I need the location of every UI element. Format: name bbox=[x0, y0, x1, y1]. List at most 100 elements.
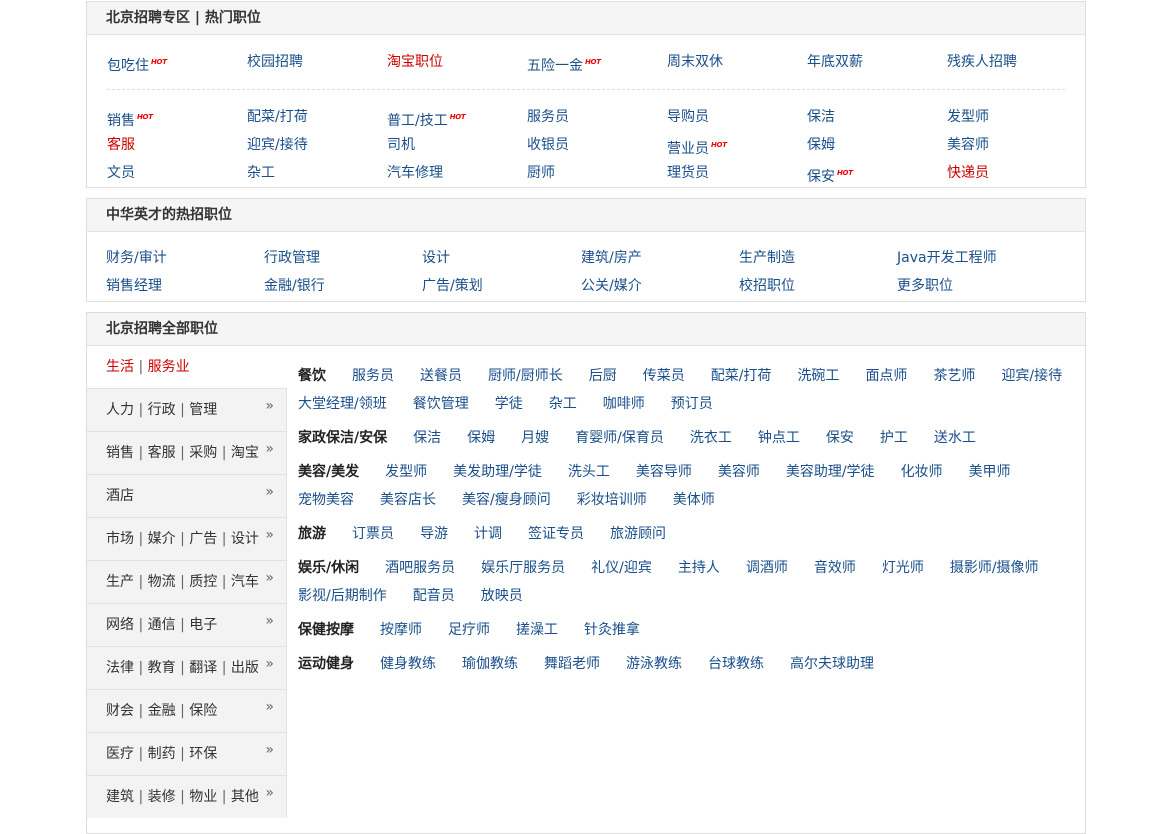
hot-job-link[interactable]: 客服 bbox=[107, 137, 135, 153]
zhonghua-job-link[interactable]: 行政管理 bbox=[264, 250, 320, 266]
sidebar-item[interactable]: 酒店 » bbox=[87, 474, 287, 517]
job-link[interactable]: 护工 bbox=[880, 430, 908, 446]
job-link[interactable]: 台球教练 bbox=[708, 656, 764, 672]
job-link[interactable]: 厨师/厨师长 bbox=[488, 368, 563, 384]
zhonghua-job-link[interactable]: Java开发工程师 bbox=[897, 250, 997, 266]
job-link[interactable]: 月嫂 bbox=[521, 430, 549, 446]
job-link[interactable]: 学徒 bbox=[495, 396, 523, 412]
job-link[interactable]: 面点师 bbox=[865, 368, 907, 384]
hot-job-link[interactable]: 导购员 bbox=[667, 109, 709, 125]
job-link[interactable]: 美容/瘦身顾问 bbox=[462, 492, 551, 508]
hot-job-link[interactable]: 收银员 bbox=[527, 137, 569, 153]
job-link[interactable]: 针灸推拿 bbox=[584, 622, 640, 638]
hot-job-link[interactable]: 校园招聘 bbox=[247, 54, 303, 70]
job-link[interactable]: 摄影师/摄像师 bbox=[950, 560, 1039, 576]
hot-job-link[interactable]: 周末双休 bbox=[667, 54, 723, 70]
job-link[interactable]: 美容师 bbox=[718, 464, 760, 480]
sidebar-item-active[interactable]: 生活 | 服务业 bbox=[87, 346, 287, 388]
job-link[interactable]: 送餐员 bbox=[420, 368, 462, 384]
hot-job-link[interactable]: 杂工 bbox=[247, 165, 275, 181]
hot-job-link[interactable]: 残疾人招聘 bbox=[947, 54, 1017, 70]
sidebar-item[interactable]: 法律 | 教育 | 翻译 | 出版 » bbox=[87, 646, 287, 689]
job-link[interactable]: 美容助理/学徒 bbox=[786, 464, 875, 480]
job-link[interactable]: 足疗师 bbox=[448, 622, 490, 638]
sidebar-item[interactable]: 市场 | 媒介 | 广告 | 设计 » bbox=[87, 517, 287, 560]
job-link[interactable]: 灯光师 bbox=[882, 560, 924, 576]
job-link[interactable]: 洗碗工 bbox=[797, 368, 839, 384]
hot-job-link[interactable]: 保姆 bbox=[807, 137, 835, 153]
hot-job-link[interactable]: 年底双薪 bbox=[807, 54, 863, 70]
job-link[interactable]: 美甲师 bbox=[969, 464, 1011, 480]
job-link[interactable]: 茶艺师 bbox=[933, 368, 975, 384]
job-link[interactable]: 发型师 bbox=[385, 464, 427, 480]
hot-job-link[interactable]: 厨师 bbox=[527, 165, 555, 181]
hot-job-link[interactable]: 淘宝职位 bbox=[387, 54, 443, 70]
zhonghua-job-link[interactable]: 公关/媒介 bbox=[581, 278, 642, 294]
zhonghua-job-link[interactable]: 设计 bbox=[422, 250, 450, 266]
job-link[interactable]: 导游 bbox=[420, 526, 448, 542]
job-link[interactable]: 酒吧服务员 bbox=[385, 560, 455, 576]
job-link[interactable]: 礼仪/迎宾 bbox=[591, 560, 652, 576]
sidebar-item[interactable]: 财会 | 金融 | 保险 » bbox=[87, 689, 287, 732]
job-link[interactable]: 育婴师/保育员 bbox=[575, 430, 664, 446]
job-link[interactable]: 音效师 bbox=[814, 560, 856, 576]
hot-job-link[interactable]: 快递员 bbox=[947, 165, 989, 181]
job-link[interactable]: 大堂经理/领班 bbox=[298, 396, 387, 412]
job-link[interactable]: 后厨 bbox=[589, 368, 617, 384]
job-link[interactable]: 预订员 bbox=[671, 396, 713, 412]
job-link[interactable]: 洗衣工 bbox=[690, 430, 732, 446]
hot-job-link[interactable]: 文员 bbox=[107, 165, 135, 181]
hot-job-link[interactable]: 美容师 bbox=[947, 137, 989, 153]
job-link[interactable]: 迎宾/接待 bbox=[1001, 368, 1062, 384]
zhonghua-job-link[interactable]: 广告/策划 bbox=[422, 278, 483, 294]
job-link[interactable]: 健身教练 bbox=[380, 656, 436, 672]
job-link[interactable]: 主持人 bbox=[678, 560, 720, 576]
hot-job-link[interactable]: 配菜/打荷 bbox=[247, 109, 308, 125]
zhonghua-job-link[interactable]: 金融/银行 bbox=[264, 278, 325, 294]
sidebar-item[interactable]: 生产 | 物流 | 质控 | 汽车 » bbox=[87, 560, 287, 603]
job-link[interactable]: 服务员 bbox=[352, 368, 394, 384]
job-link[interactable]: 化妆师 bbox=[901, 464, 943, 480]
job-link[interactable]: 美容导师 bbox=[636, 464, 692, 480]
hot-job-link[interactable]: 保安 bbox=[807, 169, 835, 185]
hot-job-link[interactable]: 理货员 bbox=[667, 165, 709, 181]
job-link[interactable]: 按摩师 bbox=[380, 622, 422, 638]
job-link[interactable]: 杂工 bbox=[549, 396, 577, 412]
job-link[interactable]: 舞蹈老师 bbox=[544, 656, 600, 672]
job-link[interactable]: 彩妆培训师 bbox=[577, 492, 647, 508]
job-link[interactable]: 送水工 bbox=[934, 430, 976, 446]
job-link[interactable]: 高尔夫球助理 bbox=[790, 656, 874, 672]
hot-job-link[interactable]: 服务员 bbox=[527, 109, 569, 125]
job-link[interactable]: 配音员 bbox=[413, 588, 455, 604]
job-link[interactable]: 签证专员 bbox=[528, 526, 584, 542]
job-link[interactable]: 钟点工 bbox=[758, 430, 800, 446]
zhonghua-job-link[interactable]: 生产制造 bbox=[739, 250, 795, 266]
job-link[interactable]: 美发助理/学徒 bbox=[453, 464, 542, 480]
hot-job-link[interactable]: 包吃住 bbox=[107, 58, 149, 74]
job-link[interactable]: 订票员 bbox=[352, 526, 394, 542]
job-link[interactable]: 保姆 bbox=[467, 430, 495, 446]
sidebar-item[interactable]: 建筑 | 装修 | 物业 | 其他 » bbox=[87, 775, 287, 818]
hot-job-link[interactable]: 五险一金 bbox=[527, 58, 583, 74]
job-link[interactable]: 影视/后期制作 bbox=[298, 588, 387, 604]
job-link[interactable]: 搓澡工 bbox=[516, 622, 558, 638]
job-link[interactable]: 计调 bbox=[474, 526, 502, 542]
job-link[interactable]: 保洁 bbox=[413, 430, 441, 446]
job-link[interactable]: 调酒师 bbox=[746, 560, 788, 576]
job-link[interactable]: 餐饮管理 bbox=[413, 396, 469, 412]
hot-job-link[interactable]: 销售 bbox=[107, 113, 135, 129]
job-link[interactable]: 瑜伽教练 bbox=[462, 656, 518, 672]
zhonghua-job-link[interactable]: 销售经理 bbox=[106, 278, 162, 294]
sidebar-item[interactable]: 网络 | 通信 | 电子 » bbox=[87, 603, 287, 646]
job-link[interactable]: 咖啡师 bbox=[603, 396, 645, 412]
hot-job-link[interactable]: 迎宾/接待 bbox=[247, 137, 308, 153]
hot-job-link[interactable]: 营业员 bbox=[667, 141, 709, 157]
zhonghua-job-link[interactable]: 校招职位 bbox=[739, 278, 795, 294]
hot-job-link[interactable]: 司机 bbox=[387, 137, 415, 153]
sidebar-item[interactable]: 医疗 | 制药 | 环保 » bbox=[87, 732, 287, 775]
job-link[interactable]: 洗头工 bbox=[568, 464, 610, 480]
hot-job-link[interactable]: 汽车修理 bbox=[387, 165, 443, 181]
job-link[interactable]: 保安 bbox=[826, 430, 854, 446]
job-link[interactable]: 娱乐厅服务员 bbox=[481, 560, 565, 576]
job-link[interactable]: 美体师 bbox=[673, 492, 715, 508]
